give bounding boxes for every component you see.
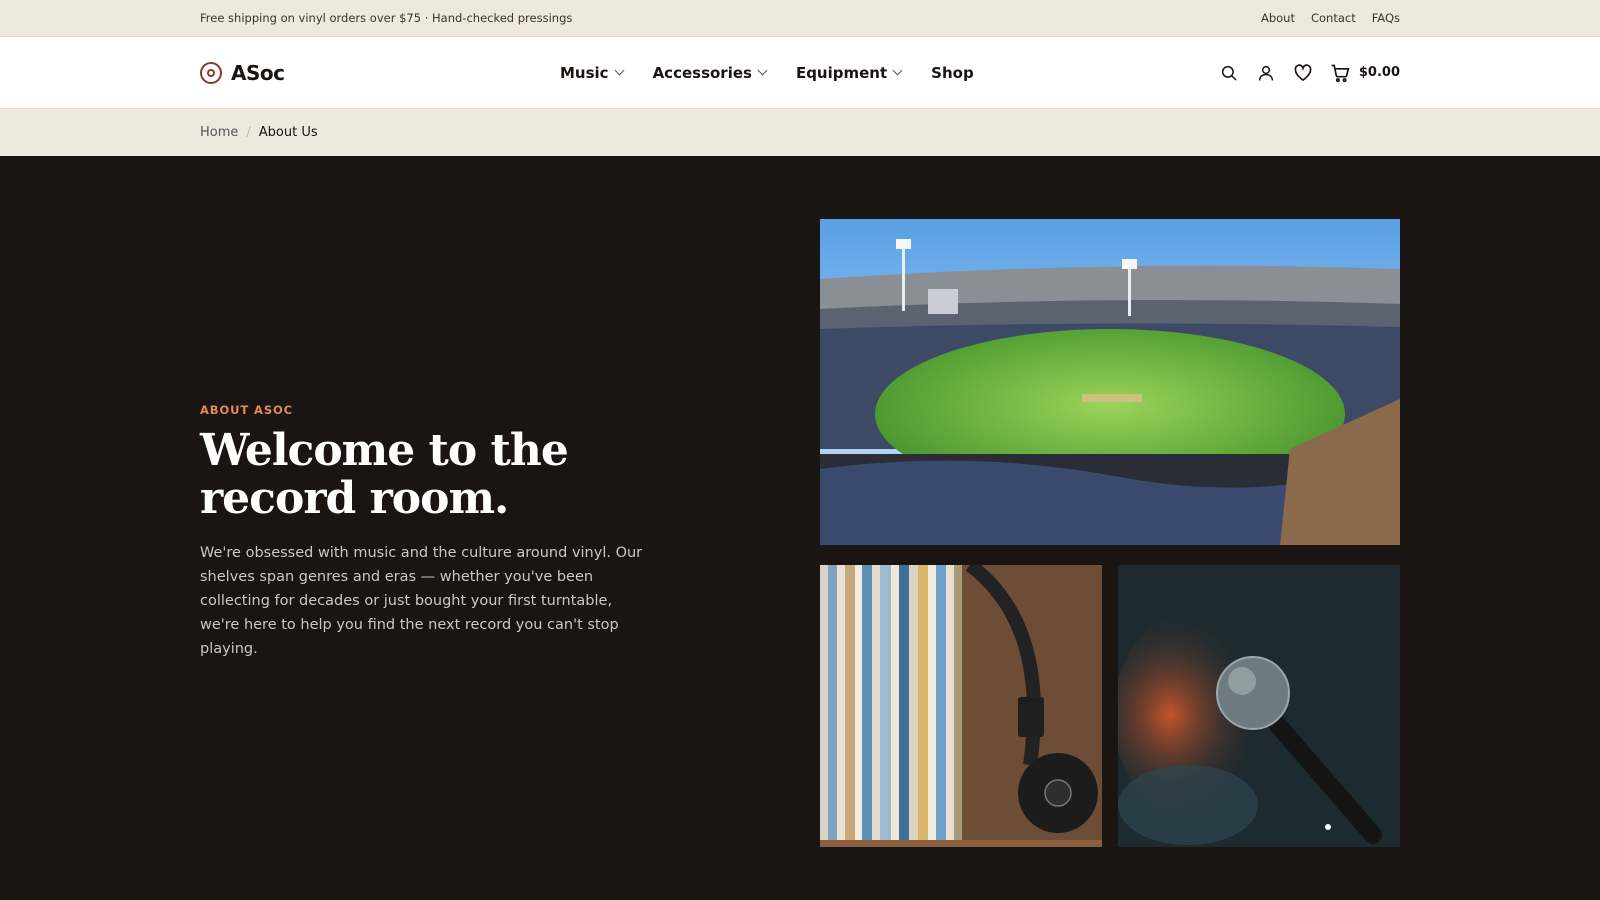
stadium-photo (820, 219, 1400, 545)
header-actions: $0.00 (1219, 63, 1400, 83)
nav-equipment[interactable]: Equipment (795, 63, 903, 82)
intro-paragraph: We're obsessed with music and the cultur… (200, 545, 643, 657)
microphone-photo (1118, 565, 1400, 847)
record-logo-icon (200, 61, 222, 84)
nav-accessories[interactable]: Accessories (652, 63, 768, 82)
eyebrow: ABOUT ASOC (200, 403, 294, 417)
breadcrumb-separator: / (246, 125, 251, 140)
cart-button[interactable]: $0.00 (1330, 63, 1400, 83)
shipping-message: Free shipping on vinyl orders over $75 ·… (200, 11, 573, 25)
nav-equipment-label: Equipment (795, 63, 888, 82)
nav-music-label: Music (560, 63, 609, 82)
cart-icon (1331, 64, 1350, 82)
chevron-down-icon (757, 65, 768, 76)
search-icon[interactable] (1219, 63, 1239, 83)
breadcrumb-current: About Us (258, 125, 318, 140)
announcement-bar: Free shipping on vinyl orders over $75 ·… (0, 0, 1600, 37)
faqs-link[interactable]: FAQs (1372, 11, 1400, 25)
contact-link[interactable]: Contact (1311, 11, 1356, 25)
breadcrumb: Home / About Us (0, 109, 1600, 156)
account-icon[interactable] (1256, 63, 1276, 83)
nav-accessories-label: Accessories (652, 63, 752, 82)
breadcrumb-home[interactable]: Home (200, 125, 238, 140)
nav-shop-label: Shop (931, 63, 974, 82)
brand-name: ASoc (231, 60, 285, 85)
chevron-down-icon (892, 65, 903, 76)
brand-logo[interactable]: ASoc (200, 60, 285, 85)
heart-icon[interactable] (1293, 63, 1313, 83)
utility-links: About Contact FAQs (1261, 11, 1400, 25)
vinyl-headphones-photo (820, 565, 1102, 847)
about-link[interactable]: About (1261, 11, 1295, 25)
hero-text: ABOUT ASOC Welcome to the record room. W… (200, 403, 650, 661)
main-nav: Music Accessories Equipment Shop (560, 64, 974, 82)
cart-total: $0.00 (1358, 65, 1400, 80)
about-hero: ABOUT ASOC Welcome to the record room. W… (0, 156, 1600, 900)
nav-music[interactable]: Music (560, 63, 625, 82)
chevron-down-icon (614, 65, 625, 76)
nav-shop[interactable]: Shop (931, 64, 974, 82)
page-title: Welcome to the record room. (200, 425, 569, 524)
site-header: ASoc Music Accessories Equipment Shop $0… (0, 37, 1600, 109)
